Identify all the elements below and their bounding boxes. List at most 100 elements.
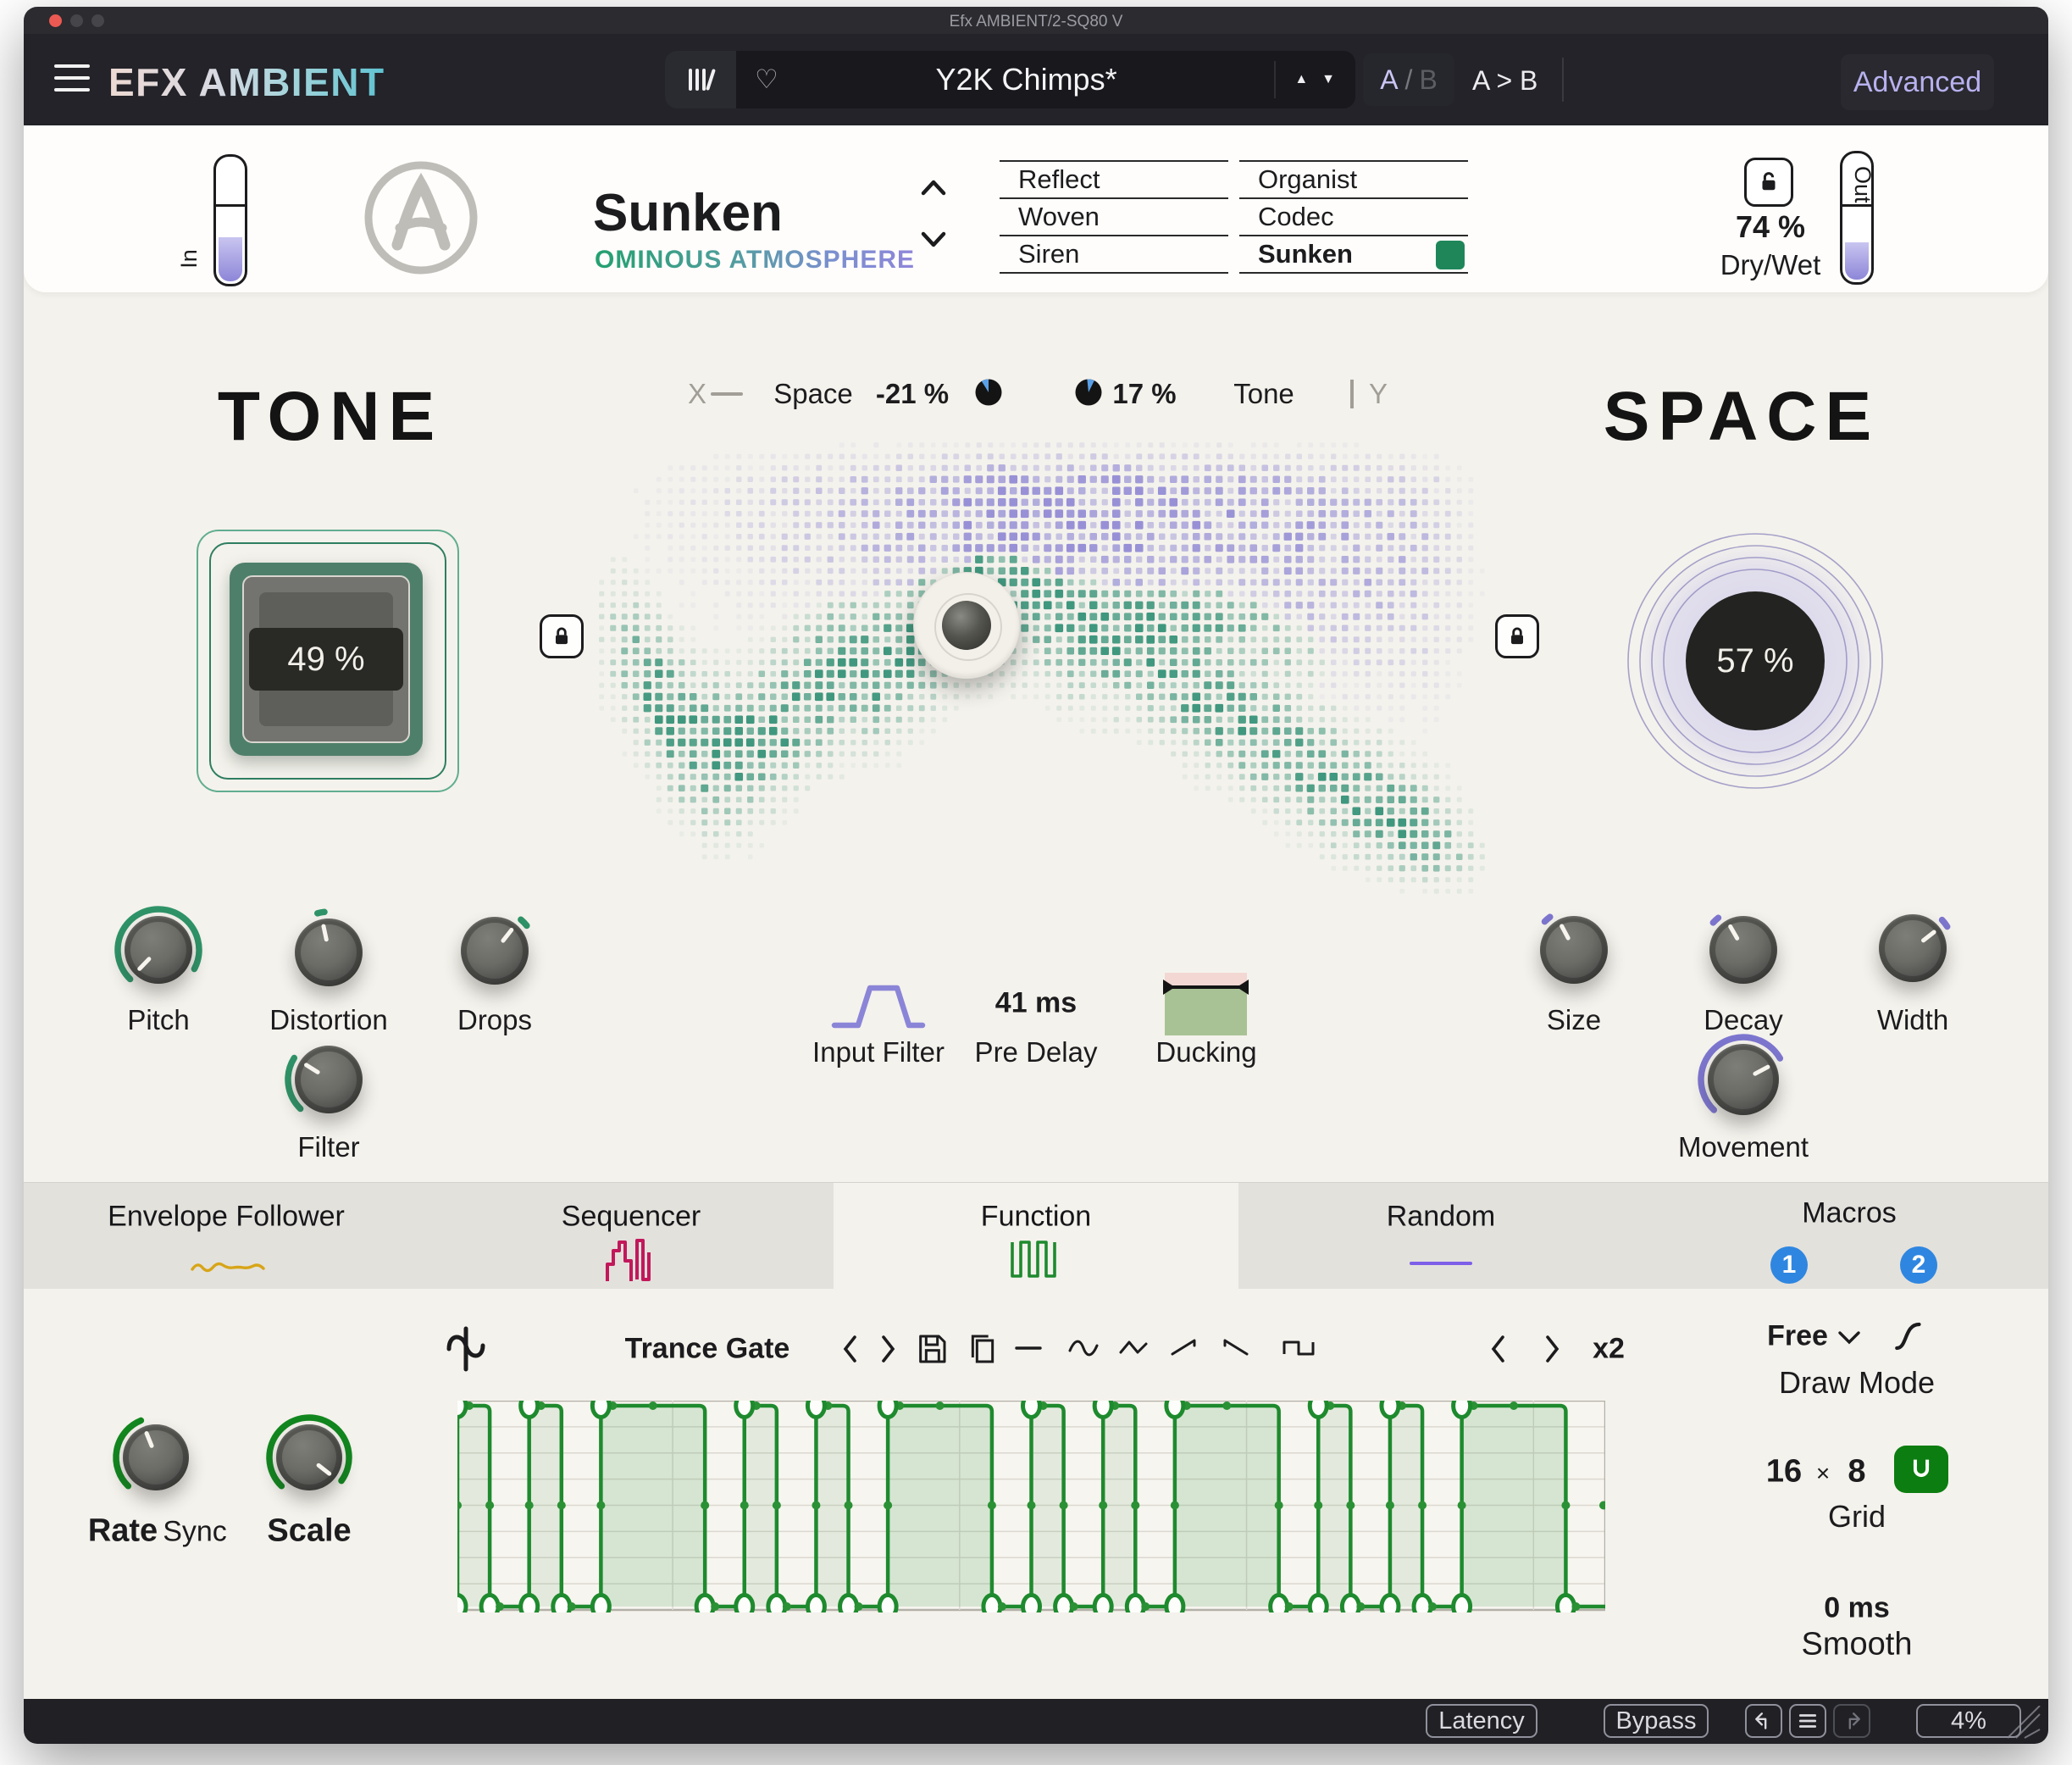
current-preset-title: Sunken — [593, 184, 783, 242]
xy-tone-pie-knob[interactable] — [1072, 376, 1105, 408]
macro-2-button[interactable]: 2 — [1900, 1246, 1937, 1284]
random-icon — [1410, 1262, 1472, 1265]
pattern-x2-button[interactable]: x2 — [1593, 1333, 1625, 1366]
scale-knob[interactable] — [262, 1410, 357, 1505]
xy-space-label: Space — [773, 378, 853, 409]
xy-pad-field[interactable] — [584, 428, 1499, 915]
history-menu-button[interactable] — [1789, 1704, 1826, 1738]
selected-preset-badge — [1436, 241, 1465, 269]
favorite-icon[interactable]: ♡ — [755, 64, 778, 95]
shape-triangle-icon[interactable] — [1117, 1335, 1151, 1361]
preset-list-item-selected[interactable]: Sunken — [1239, 235, 1468, 274]
dry-wet-lock-button[interactable] — [1744, 158, 1793, 207]
xy-pad-handle[interactable] — [913, 572, 1020, 679]
decay-knob[interactable] — [1695, 902, 1792, 998]
grid-rows-value[interactable]: 8 — [1848, 1454, 1865, 1490]
preset-list-item[interactable]: Codec — [1239, 197, 1468, 235]
scale-label: Scale — [267, 1512, 352, 1549]
ab-a-label[interactable]: A — [1380, 64, 1398, 96]
advanced-button[interactable]: Advanced — [1841, 54, 1994, 110]
tab-random[interactable]: Random — [1238, 1183, 1643, 1289]
ab-toggle[interactable]: A / B — [1363, 53, 1454, 106]
trance-gate-editor[interactable] — [457, 1401, 1605, 1612]
preset-down-icon[interactable] — [920, 230, 947, 249]
screenshot-stage: Efx AMBIENT/2-SQ80 V EFX AMBIENT ♡ Y2K C… — [0, 0, 2072, 1765]
ducking-label: Ducking — [1155, 1036, 1257, 1068]
brand-wordmark: EFX AMBIENT — [108, 60, 385, 104]
function-preset-name[interactable]: Trance Gate — [625, 1333, 790, 1366]
ab-b-label[interactable]: B — [1419, 64, 1437, 96]
macos-titlebar: Efx AMBIENT/2-SQ80 V — [24, 7, 2048, 34]
function-prev-icon[interactable] — [839, 1334, 862, 1364]
shape-ramp-up-icon[interactable] — [1168, 1335, 1202, 1361]
grid-multiply-sign: × — [1815, 1460, 1831, 1486]
distortion-knob[interactable] — [280, 904, 377, 1001]
undo-button[interactable] — [1745, 1704, 1782, 1738]
dry-wet-value: 74 % — [1735, 209, 1806, 244]
rate-knob[interactable] — [108, 1410, 203, 1505]
xy-tone-value[interactable]: 17 % — [1112, 378, 1176, 410]
draw-mode-value[interactable]: Free — [1767, 1320, 1828, 1353]
preset-list-item[interactable]: Woven — [1000, 197, 1228, 235]
shape-line-icon[interactable] — [1011, 1335, 1045, 1361]
xy-space-value[interactable]: -21 % — [876, 378, 949, 410]
y-lock-button[interactable] — [1495, 614, 1539, 658]
function-next-icon[interactable] — [876, 1334, 900, 1364]
tab-function[interactable]: Function — [834, 1183, 1238, 1289]
xy-space-pie-knob[interactable] — [972, 376, 1005, 408]
shape-sine-icon[interactable] — [1066, 1335, 1100, 1361]
size-label: Size — [1546, 1004, 1602, 1035]
pattern-shift-right-icon[interactable] — [1540, 1334, 1564, 1364]
menu-icon — [1798, 1714, 1817, 1728]
input-filter-icon[interactable] — [830, 981, 927, 1032]
smooth-value[interactable]: 0 ms — [1824, 1592, 1890, 1625]
window-title: Efx AMBIENT/2-SQ80 V — [949, 13, 1123, 31]
bypass-button[interactable]: Bypass — [1604, 1704, 1709, 1738]
size-knob[interactable] — [1526, 902, 1622, 998]
preset-list-item[interactable]: Reflect — [1000, 160, 1228, 197]
ducking-control[interactable] — [1163, 973, 1249, 1035]
curve-mode-icon[interactable] — [1892, 1318, 1928, 1354]
x-lock-button[interactable] — [540, 614, 584, 658]
tab-sequencer[interactable]: Sequencer — [429, 1183, 834, 1289]
resize-grip[interactable] — [1999, 1706, 2042, 1740]
pre-delay-value[interactable]: 41 ms — [995, 987, 1077, 1020]
shape-ramp-down-icon[interactable] — [1219, 1335, 1253, 1361]
save-icon[interactable] — [915, 1332, 949, 1366]
preset-next-icon[interactable]: ▼ — [1321, 72, 1335, 87]
grid-cols-value[interactable]: 16 — [1766, 1454, 1802, 1490]
preset-prev-icon[interactable]: ▲ — [1294, 72, 1308, 87]
preset-list-item[interactable]: Siren — [1000, 235, 1228, 274]
preset-up-icon[interactable] — [920, 178, 947, 197]
sync-toggle[interactable]: Sync — [163, 1516, 227, 1549]
status-bar: Latency Bypass 4% — [24, 1699, 2048, 1744]
width-label: Width — [1876, 1004, 1949, 1035]
shape-square-icon[interactable] — [1280, 1335, 1317, 1361]
drops-label: Drops — [457, 1004, 533, 1035]
copy-icon[interactable] — [966, 1332, 1000, 1366]
input-filter-label: Input Filter — [812, 1036, 945, 1068]
pattern-shift-left-icon[interactable] — [1487, 1334, 1510, 1364]
filter-knob[interactable] — [280, 1031, 377, 1128]
rate-label: Rate — [87, 1512, 158, 1549]
drops-knob[interactable] — [446, 902, 543, 999]
width-knob[interactable] — [1864, 900, 1961, 996]
smooth-label: Smooth — [1801, 1626, 1913, 1662]
pitch-knob[interactable] — [110, 902, 207, 998]
redo-button[interactable] — [1833, 1704, 1870, 1738]
tone-section-title: TONE — [217, 378, 444, 455]
redo-icon — [1848, 1712, 1860, 1729]
ab-copy-button[interactable]: A > B — [1472, 65, 1537, 97]
movement-knob[interactable] — [1693, 1030, 1793, 1129]
library-icon[interactable] — [665, 51, 736, 108]
tab-envelope-follower[interactable]: Envelope Follower — [24, 1183, 429, 1289]
chevron-down-icon[interactable] — [1837, 1330, 1862, 1346]
arturia-logo — [364, 161, 478, 275]
preset-name[interactable]: Y2K Chimps* — [778, 62, 1275, 97]
latency-button[interactable]: Latency — [1426, 1704, 1537, 1738]
macro-1-button[interactable]: 1 — [1770, 1246, 1808, 1284]
envelope-follower-icon — [191, 1262, 265, 1273]
snap-magnet-button[interactable] — [1894, 1446, 1948, 1493]
grid-label: Grid — [1827, 1499, 1886, 1534]
preset-list-item[interactable]: Organist — [1239, 160, 1468, 197]
